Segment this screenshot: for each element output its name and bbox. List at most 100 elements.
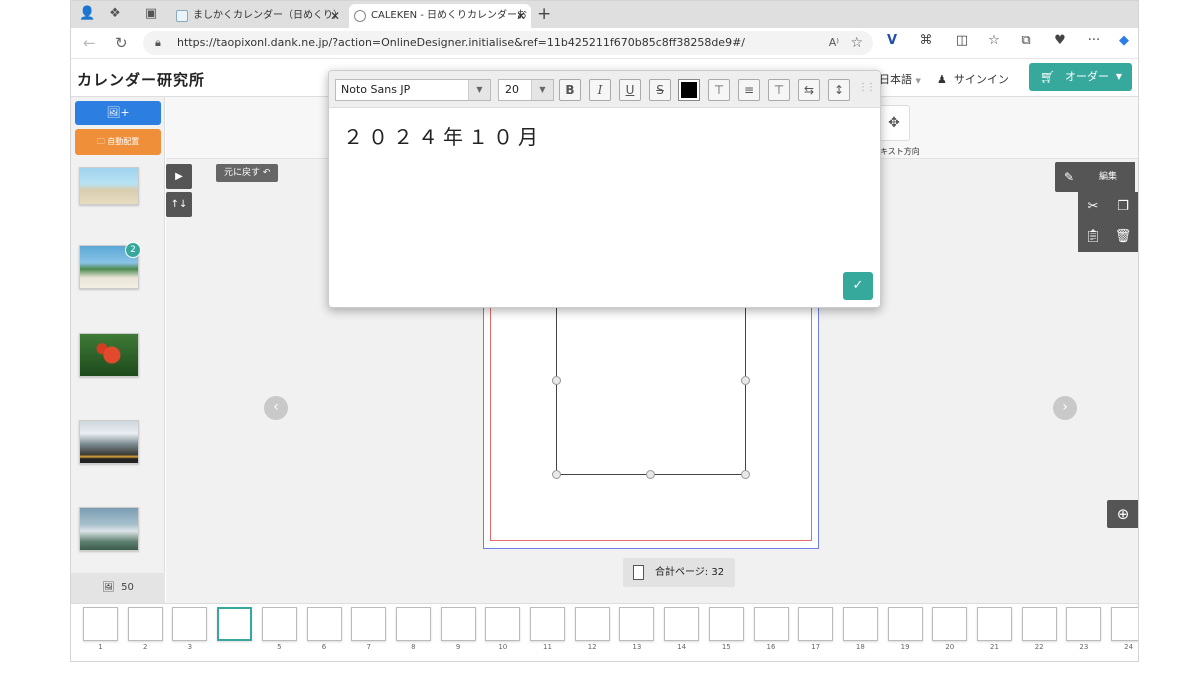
font-select[interactable]: Noto Sans JP ▼ — [335, 79, 491, 101]
page-thumbnail[interactable] — [530, 607, 565, 641]
bold-button[interactable]: B — [559, 79, 581, 101]
tab-mashikaku[interactable]: ましかくカレンダー（日めくり） - ✕ — [171, 4, 345, 28]
undo-icon: ↶ — [262, 168, 271, 178]
page-thumbnail[interactable] — [977, 607, 1012, 641]
page-number: 22 — [1034, 643, 1044, 651]
photo-thumbnail[interactable] — [79, 167, 139, 205]
font-size-select[interactable]: 20 ▼ — [498, 79, 554, 101]
resize-handle[interactable] — [741, 470, 750, 479]
total-pages: 合計ページ: 32 — [623, 558, 735, 587]
close-icon[interactable]: ✕ — [330, 4, 340, 28]
page-thumbnail[interactable] — [887, 607, 923, 641]
page-thumbnail[interactable] — [261, 607, 297, 641]
underline-button[interactable]: U — [619, 79, 641, 101]
trash-icon[interactable]: 🗑︎ — [1108, 222, 1138, 252]
add-photo-button[interactable]: 🖼︎+ — [75, 101, 161, 125]
text-color-button[interactable] — [678, 79, 700, 101]
text-direction-button[interactable]: ✥ — [878, 105, 910, 141]
page-number: 13 — [632, 643, 642, 651]
url-field[interactable]: 🔒︎ https://taopixonl.dank.ne.jp/?action=… — [143, 31, 873, 55]
page-thumbnail[interactable] — [440, 607, 476, 641]
page-thumbnail[interactable] — [1021, 607, 1057, 641]
page-thumbnail[interactable] — [932, 607, 968, 641]
page-thumbnail[interactable] — [83, 607, 118, 641]
copy-icon[interactable]: ❐ — [1108, 192, 1138, 222]
photo-thumbnail[interactable] — [79, 333, 139, 377]
italic-button[interactable]: I — [589, 79, 611, 101]
logo[interactable]: カレンダー研究所 — [77, 69, 205, 90]
profile-icon[interactable]: 👤 — [79, 6, 95, 22]
page-thumbnail[interactable] — [708, 607, 744, 641]
performance-icon[interactable]: ♥ — [1051, 33, 1069, 48]
favorite-star-icon[interactable]: ☆ — [850, 31, 863, 55]
favorites-icon[interactable]: ☆ — [985, 33, 1003, 48]
refresh-icon[interactable]: ↻ — [115, 34, 128, 52]
resize-handle[interactable] — [646, 470, 655, 479]
paste-icon[interactable]: 📋︎ — [1078, 222, 1108, 252]
sort-button[interactable]: ↑↓ — [166, 192, 192, 217]
line-height-icon[interactable]: ↕ — [828, 79, 850, 101]
page-number: 2 — [142, 643, 148, 651]
letter-spacing-icon[interactable]: ⇆ — [798, 79, 820, 101]
new-tab-icon[interactable]: + — [537, 4, 551, 24]
resize-handle[interactable] — [741, 376, 750, 385]
page-thumbnail[interactable] — [172, 607, 208, 641]
undo-button[interactable]: 元に戻す ↶ — [216, 164, 279, 182]
page-thumbnail[interactable] — [217, 607, 253, 641]
page-thumbnail[interactable] — [351, 607, 387, 641]
page-thumbnail[interactable] — [574, 607, 610, 641]
auto-layout-button[interactable]: 🗀︎ 自動配置 — [75, 129, 161, 155]
page-thumbnail[interactable] — [664, 607, 700, 641]
page-thumbnail[interactable] — [1111, 607, 1138, 641]
page-thumbnail[interactable] — [395, 607, 431, 641]
text-input[interactable]: ２０２４年１０月 — [343, 121, 543, 150]
order-button[interactable]: 🛒︎ オーダー ▼ — [1029, 63, 1132, 91]
photo-thumbnail[interactable] — [79, 420, 139, 464]
expand-panel-button[interactable]: ▶ — [166, 164, 192, 189]
close-icon[interactable]: ✕ — [516, 4, 526, 28]
page-thumbnail[interactable] — [127, 607, 163, 641]
drag-handle-icon[interactable]: ⋮⋮ — [858, 82, 876, 93]
back-icon[interactable]: ← — [83, 34, 96, 52]
page-number: 23 — [1079, 643, 1089, 651]
page-thumbnail[interactable] — [753, 607, 789, 641]
page-number: 18 — [855, 643, 865, 651]
align-left-icon[interactable]: ≡ — [738, 79, 760, 101]
zoom-button[interactable]: ⊕ — [1107, 500, 1138, 528]
photo-thumbnail[interactable] — [79, 507, 139, 551]
text-style-icon[interactable]: ⊤ — [708, 79, 730, 101]
tab-actions-icon[interactable]: ▣ — [143, 6, 159, 22]
more-icon[interactable]: ··· — [1085, 33, 1103, 48]
page-thumbnail[interactable] — [485, 607, 521, 641]
confirm-button[interactable]: ✓ — [843, 272, 873, 300]
tab-caleken[interactable]: CALEKEN - 日めくりカレンダーお ✕ — [349, 4, 531, 28]
extension-v-icon[interactable]: V — [883, 33, 901, 48]
prev-page-arrow[interactable]: ‹ — [264, 396, 288, 420]
page-number: 16 — [766, 643, 776, 651]
page-thumbnail[interactable] — [619, 607, 655, 641]
text-frame[interactable] — [556, 303, 746, 475]
split-screen-icon[interactable]: ◫ — [953, 33, 971, 48]
workspaces-icon[interactable]: ❖ — [107, 6, 123, 22]
next-page-arrow[interactable]: › — [1053, 396, 1077, 420]
read-aloud-icon[interactable]: A⁾ — [829, 31, 839, 55]
page-thumbnail[interactable] — [306, 607, 342, 641]
collections-icon[interactable]: ⧉ — [1017, 33, 1035, 48]
page-number: 17 — [811, 643, 821, 651]
copilot-icon[interactable]: ◆ — [1115, 33, 1133, 48]
language-select[interactable]: 日本語 ▼ — [879, 71, 921, 87]
extension-icon[interactable]: ⌘ — [917, 33, 935, 48]
signin-link[interactable]: ♟ サインイン — [937, 71, 1009, 87]
page-thumbnail[interactable] — [1066, 607, 1102, 641]
resize-handle[interactable] — [552, 470, 561, 479]
tab-title: CALEKEN - 日めくりカレンダーお — [371, 10, 528, 21]
vertical-align-icon[interactable]: ⊤ — [768, 79, 790, 101]
resize-handle[interactable] — [552, 376, 561, 385]
page-number: 1 — [98, 643, 103, 651]
page-thumbnail[interactable] — [798, 607, 834, 641]
cart-icon: 🛒︎ — [1040, 70, 1056, 84]
cut-icon[interactable]: ✂ — [1078, 192, 1108, 222]
tab-strip: 👤 ❖ ▣ ましかくカレンダー（日めくり） - ✕ CALEKEN - 日めくり… — [71, 1, 1138, 28]
strikethrough-button[interactable]: S — [649, 79, 671, 101]
page-thumbnail[interactable] — [842, 607, 878, 641]
